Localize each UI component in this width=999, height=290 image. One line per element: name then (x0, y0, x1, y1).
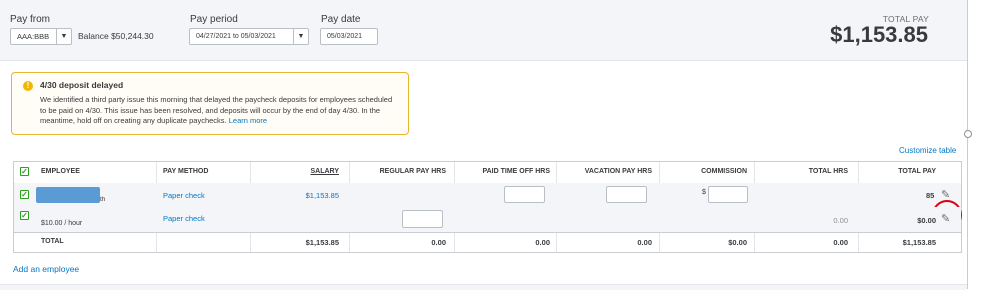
total-vacation-hrs: 0.00 (637, 238, 652, 247)
learn-more-link[interactable]: Learn more (229, 116, 267, 125)
total-commission: $0.00 (728, 238, 747, 247)
row-checkbox[interactable]: ✓ (20, 190, 29, 199)
alert-body: We identified a third party issue this m… (40, 95, 400, 127)
customize-table-link[interactable]: Customize table (899, 146, 956, 155)
chevron-down-icon: ▼ (56, 29, 71, 44)
total-pay-value: 85 (926, 191, 935, 200)
alert-body-text: We identified a third party issue this m… (40, 95, 393, 125)
pay-from-value: AAA:BBB (17, 32, 50, 41)
payroll-table: ✓ EMPLOYEE PAY METHOD SALARY REGULAR PAY… (13, 161, 962, 253)
total-regular-hrs: 0.00 (431, 238, 446, 247)
alert-title: 4/30 deposit delayed (40, 80, 124, 90)
total-row: TOTAL $1,153.85 0.00 0.00 0.00 $0.00 0.0… (14, 232, 961, 252)
col-pay-method[interactable]: PAY METHOD (163, 168, 208, 175)
col-total-pay[interactable]: TOTAL PAY (862, 168, 936, 175)
total-hours: 0.00 (833, 238, 848, 247)
col-salary[interactable]: SALARY (254, 168, 339, 175)
total-pay-amount: $1,153.85 (830, 22, 928, 47)
employee-rate: $10.00 / hour (41, 220, 83, 227)
vacation-pay-input[interactable] (606, 186, 647, 203)
deposit-alert: ! 4/30 deposit delayed We identified a t… (11, 72, 409, 135)
redacted-employee-name (36, 187, 100, 203)
regular-pay-hrs-input[interactable] (402, 210, 443, 228)
table-row: ✓ $10.00 / hour Paper check 0.00 $0.00 ✎ (14, 207, 961, 233)
col-commission[interactable]: COMMISSION (663, 168, 747, 175)
exclamation-icon: ! (23, 81, 33, 91)
pay-from-select[interactable]: AAA:BBB ▼ (10, 28, 72, 45)
total-label: TOTAL (41, 238, 64, 245)
pay-period-label: Pay period (190, 14, 238, 25)
col-employee[interactable]: EMPLOYEE (41, 168, 80, 175)
footer-bar (0, 284, 967, 290)
salary-value[interactable]: $1,153.85 (254, 191, 339, 200)
commission-input[interactable] (708, 186, 748, 203)
total-salary: $1,153.85 (305, 238, 339, 247)
pay-method-link[interactable]: Paper check (163, 214, 205, 223)
paid-time-off-input[interactable] (504, 186, 545, 203)
payroll-header: Pay from AAA:BBB ▼ Balance $50,244.30 Pa… (0, 0, 967, 61)
pay-date-value: 05/03/2021 (327, 33, 363, 40)
resize-handle[interactable] (964, 130, 972, 138)
select-all-checkbox[interactable]: ✓ (20, 167, 29, 176)
col-total-hrs[interactable]: TOTAL HRS (758, 168, 848, 175)
row-checkbox[interactable]: ✓ (20, 211, 29, 220)
table-row: ✓ th Paper check $1,153.85 $ 85 ✎ (14, 183, 962, 230)
pay-period-value: 04/27/2021 to 05/03/2021 (196, 33, 276, 40)
pay-period-select[interactable]: 04/27/2021 to 05/03/2021 ▼ (189, 28, 309, 45)
pencil-icon[interactable]: ✎ (941, 212, 950, 225)
chevron-down-icon: ▼ (293, 29, 308, 44)
pay-from-label: Pay from (10, 14, 51, 25)
total-pto-hrs: 0.00 (535, 238, 550, 247)
col-vacation-pay-hrs[interactable]: VACATION PAY HRS (560, 168, 652, 175)
table-header-row: ✓ EMPLOYEE PAY METHOD SALARY REGULAR PAY… (14, 162, 961, 184)
col-paid-time-off-hrs[interactable]: PAID TIME OFF HRS (458, 168, 550, 175)
pay-date-input[interactable]: 05/03/2021 (320, 28, 378, 45)
col-regular-pay-hrs[interactable]: REGULAR PAY HRS (354, 168, 446, 175)
pay-date-label: Pay date (321, 14, 361, 25)
add-employee-link[interactable]: Add an employee (13, 264, 79, 274)
total-pay-value: $0.00 (917, 216, 936, 225)
side-panel-edge (967, 0, 999, 289)
commission-currency: $ (702, 189, 706, 196)
employee-name-suffix: th (100, 196, 106, 203)
pay-method-link[interactable]: Paper check (163, 191, 205, 200)
balance-text: Balance $50,244.30 (78, 31, 154, 41)
total-hrs-value: 0.00 (833, 216, 848, 225)
grand-total-pay: $1,153.85 (902, 238, 936, 247)
